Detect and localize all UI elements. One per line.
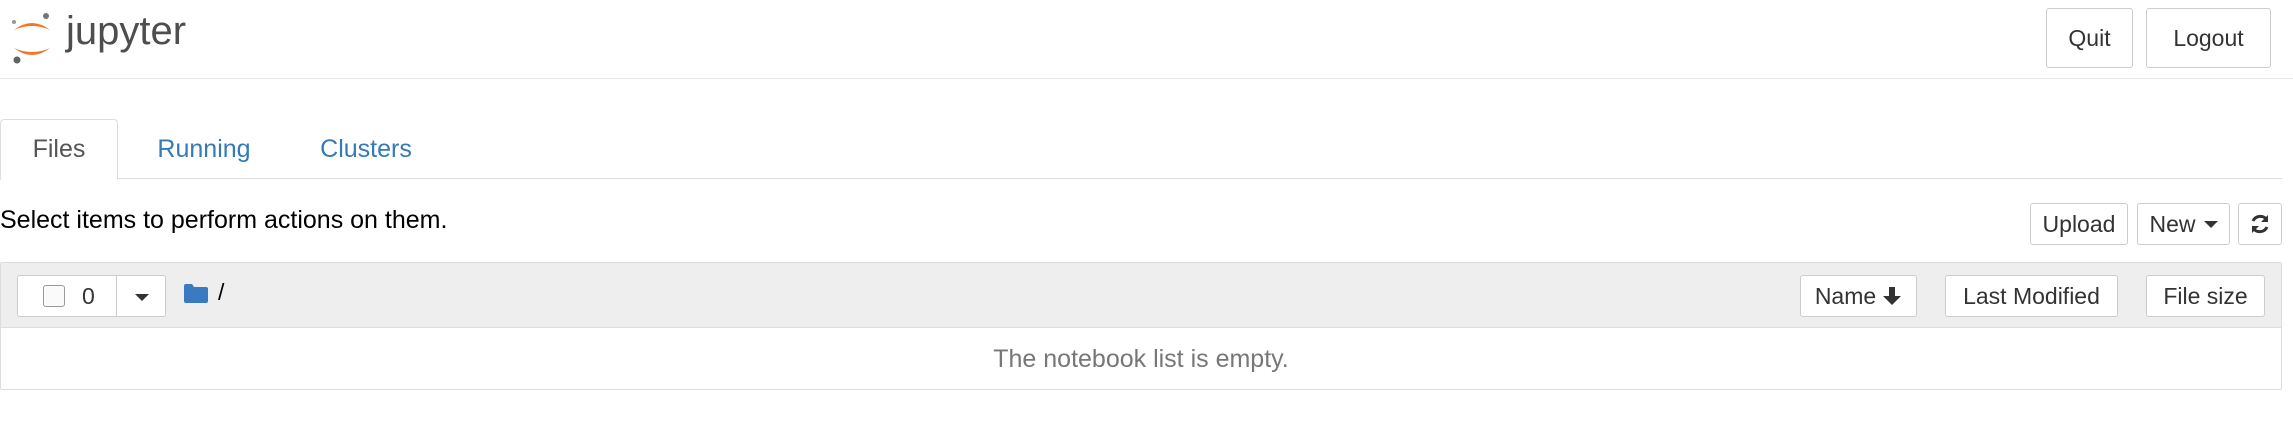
header: jupyter Quit Logout [0,0,2293,79]
empty-list-message: The notebook list is empty. [993,344,1289,373]
sort-by-size-button[interactable]: File size [2146,275,2265,317]
tab-running[interactable]: Running [132,119,276,179]
sort-by-modified-button[interactable]: Last Modified [1945,275,2118,317]
select-all-checkbox[interactable] [43,285,65,307]
tab-bar: Files Running Clusters [0,119,2282,180]
select-divider [116,276,117,316]
quit-button[interactable]: Quit [2046,8,2133,68]
new-dropdown-button[interactable]: New [2137,203,2230,245]
logout-button[interactable]: Logout [2146,8,2271,68]
refresh-icon [2251,214,2269,234]
select-all-group: 0 [17,275,166,317]
tab-files[interactable]: Files [0,119,118,180]
tab-clusters[interactable]: Clusters [296,119,436,179]
select-hint: Select items to perform actions on them. [0,206,448,234]
sort-name-label: Name [1814,282,1877,309]
notebook-list: 0 / Name Last Modified File size The not… [0,262,2282,390]
upload-label: Upload [2042,210,2116,237]
sort-modified-label: Last Modified [1963,282,2100,309]
caret-down-icon [2203,220,2218,228]
logo-text: jupyter [65,9,186,53]
selected-count: 0 [82,283,95,309]
jupyter-logo[interactable]: jupyter [8,8,238,68]
new-label: New [2149,210,2196,237]
sort-by-name-button[interactable]: Name [1800,275,1917,317]
folder-icon [184,284,208,303]
path-breadcrumb[interactable]: / [218,279,224,306]
sort-size-label: File size [2163,282,2248,309]
list-header: 0 / Name Last Modified File size [1,263,2281,328]
upload-button[interactable]: Upload [2030,203,2128,245]
refresh-button[interactable] [2238,203,2282,245]
caret-down-icon[interactable] [131,284,153,308]
arrow-down-icon [1883,287,1902,305]
